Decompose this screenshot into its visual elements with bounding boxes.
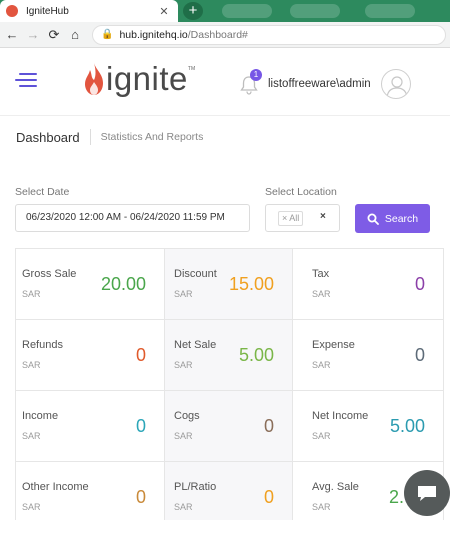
stat-unit: SAR [174, 502, 193, 512]
stat-label: Gross Sale [22, 268, 77, 280]
stat-card: Tax SAR 0 [293, 249, 444, 320]
stat-label: Discount [174, 268, 217, 280]
page-bottom [0, 520, 450, 539]
browser-tab-title: IgniteHub [26, 5, 69, 17]
stat-value: 0 [135, 487, 146, 507]
breadcrumb-divider [89, 129, 91, 145]
location-chip-all[interactable]: × All [278, 211, 304, 226]
stat-label: Income [22, 410, 59, 422]
notification-count-badge: 1 [250, 69, 262, 81]
stat-label: Tax [312, 268, 330, 280]
stat-card: PL/Ratio SAR 0 [165, 462, 293, 529]
notifications-button[interactable]: 1 [240, 69, 262, 95]
stat-unit: SAR [312, 431, 331, 441]
stat-label: Net Sale [174, 339, 217, 351]
hamburger-menu-icon[interactable] [15, 72, 37, 88]
stat-label: PL/Ratio [174, 481, 217, 493]
stat-card: Gross Sale SAR 20.00 [16, 249, 165, 320]
stat-value: 2. [389, 487, 405, 507]
stat-value: 0 [263, 416, 274, 436]
tab-close-icon[interactable]: ✕ [156, 5, 172, 18]
stat-unit: SAR [174, 360, 193, 370]
clear-location-icon[interactable]: × [320, 211, 326, 222]
stat-value: 0 [263, 487, 274, 507]
stat-label: Other Income [22, 481, 89, 493]
stat-unit: SAR [312, 502, 331, 512]
browser-tabstrip: IgniteHub ✕ + [0, 0, 450, 22]
stat-unit: SAR [22, 431, 41, 441]
stat-unit: SAR [22, 502, 41, 512]
chat-button[interactable] [404, 470, 450, 516]
stat-unit: SAR [22, 360, 41, 370]
stat-value: 0 [414, 345, 425, 365]
ignite-favicon-icon [6, 5, 18, 17]
stat-card: Other Income SAR 0 [16, 462, 165, 529]
home-icon[interactable]: ⌂ [66, 27, 84, 42]
chat-bubble-icon [418, 486, 436, 501]
stat-unit: SAR [174, 289, 193, 299]
search-button-label: Search [384, 212, 419, 225]
stat-unit: SAR [312, 360, 331, 370]
forward-arrow-icon[interactable]: → [24, 27, 42, 42]
breadcrumb-subtitle[interactable]: Statistics And Reports [101, 131, 204, 143]
search-icon [367, 213, 379, 225]
browser-tab-ignitehub[interactable]: IgniteHub ✕ [0, 0, 178, 22]
logo-text: ignite [106, 60, 188, 97]
stat-value: 15.00 [228, 274, 274, 294]
location-label: Select Location [265, 186, 337, 198]
stat-value: 20.00 [100, 274, 146, 294]
date-label: Select Date [15, 186, 70, 198]
new-tab-icon[interactable]: + [183, 2, 203, 20]
stat-value: 5.00 [238, 345, 274, 365]
reload-icon[interactable]: ⟳ [45, 27, 63, 43]
stat-label: Net Income [312, 410, 369, 422]
user-avatar-icon[interactable] [381, 69, 411, 99]
stat-unit: SAR [174, 431, 193, 441]
stat-label: Expense [312, 339, 355, 351]
stat-card: Income SAR 0 [16, 391, 165, 462]
stat-card: Expense SAR 0 [293, 320, 444, 391]
page-title: Dashboard [16, 129, 80, 145]
stat-card: Net Income SAR 5.00 [293, 391, 444, 462]
background-tab[interactable] [290, 4, 340, 18]
user-name[interactable]: listoffreeware\admin [268, 78, 371, 90]
stat-label: Refunds [22, 339, 63, 351]
stat-unit: SAR [312, 289, 331, 299]
background-tab[interactable] [222, 4, 272, 18]
background-tab[interactable] [365, 4, 415, 18]
url-text: hub.ignitehq.io/Dashboard# [119, 28, 248, 41]
breadcrumb: Dashboard Statistics And Reports [0, 116, 450, 158]
stat-label: Avg. Sale [312, 481, 359, 493]
ignite-logo[interactable]: ignite TM [83, 62, 195, 96]
stat-unit: SAR [22, 289, 41, 299]
stat-card: Discount SAR 15.00 [165, 249, 293, 320]
flame-icon [85, 63, 103, 95]
lock-icon: 🔒 [101, 29, 114, 40]
chip-remove-icon[interactable]: × [282, 213, 287, 223]
date-range-input[interactable]: 06/23/2020 12:00 AM - 06/24/2020 11:59 P… [15, 204, 250, 232]
stat-card: Refunds SAR 0 [16, 320, 165, 391]
stat-value: 0 [135, 345, 146, 365]
browser-address-bar: ← → ⟳ ⌂ 🔒 hub.ignitehq.io/Dashboard# [0, 22, 450, 48]
search-button[interactable]: Search [355, 204, 430, 233]
app-header: ignite TM 1 listoffreeware\admin [0, 48, 450, 116]
stat-label: Cogs [174, 410, 200, 422]
stat-card: Net Sale SAR 5.00 [165, 320, 293, 391]
location-select[interactable]: × All × [265, 204, 340, 232]
stat-value: 0 [135, 416, 146, 436]
stat-value: 0 [414, 274, 425, 294]
stats-grid: Gross Sale SAR 20.00 Discount SAR 15.00 Tax SAR… [15, 248, 444, 529]
stat-value: 5.00 [389, 416, 425, 436]
stat-card: Cogs SAR 0 [165, 391, 293, 462]
back-arrow-icon[interactable]: ← [3, 27, 21, 42]
logo-trademark: TM [187, 66, 196, 72]
url-field[interactable]: 🔒 hub.ignitehq.io/Dashboard# [92, 24, 446, 45]
